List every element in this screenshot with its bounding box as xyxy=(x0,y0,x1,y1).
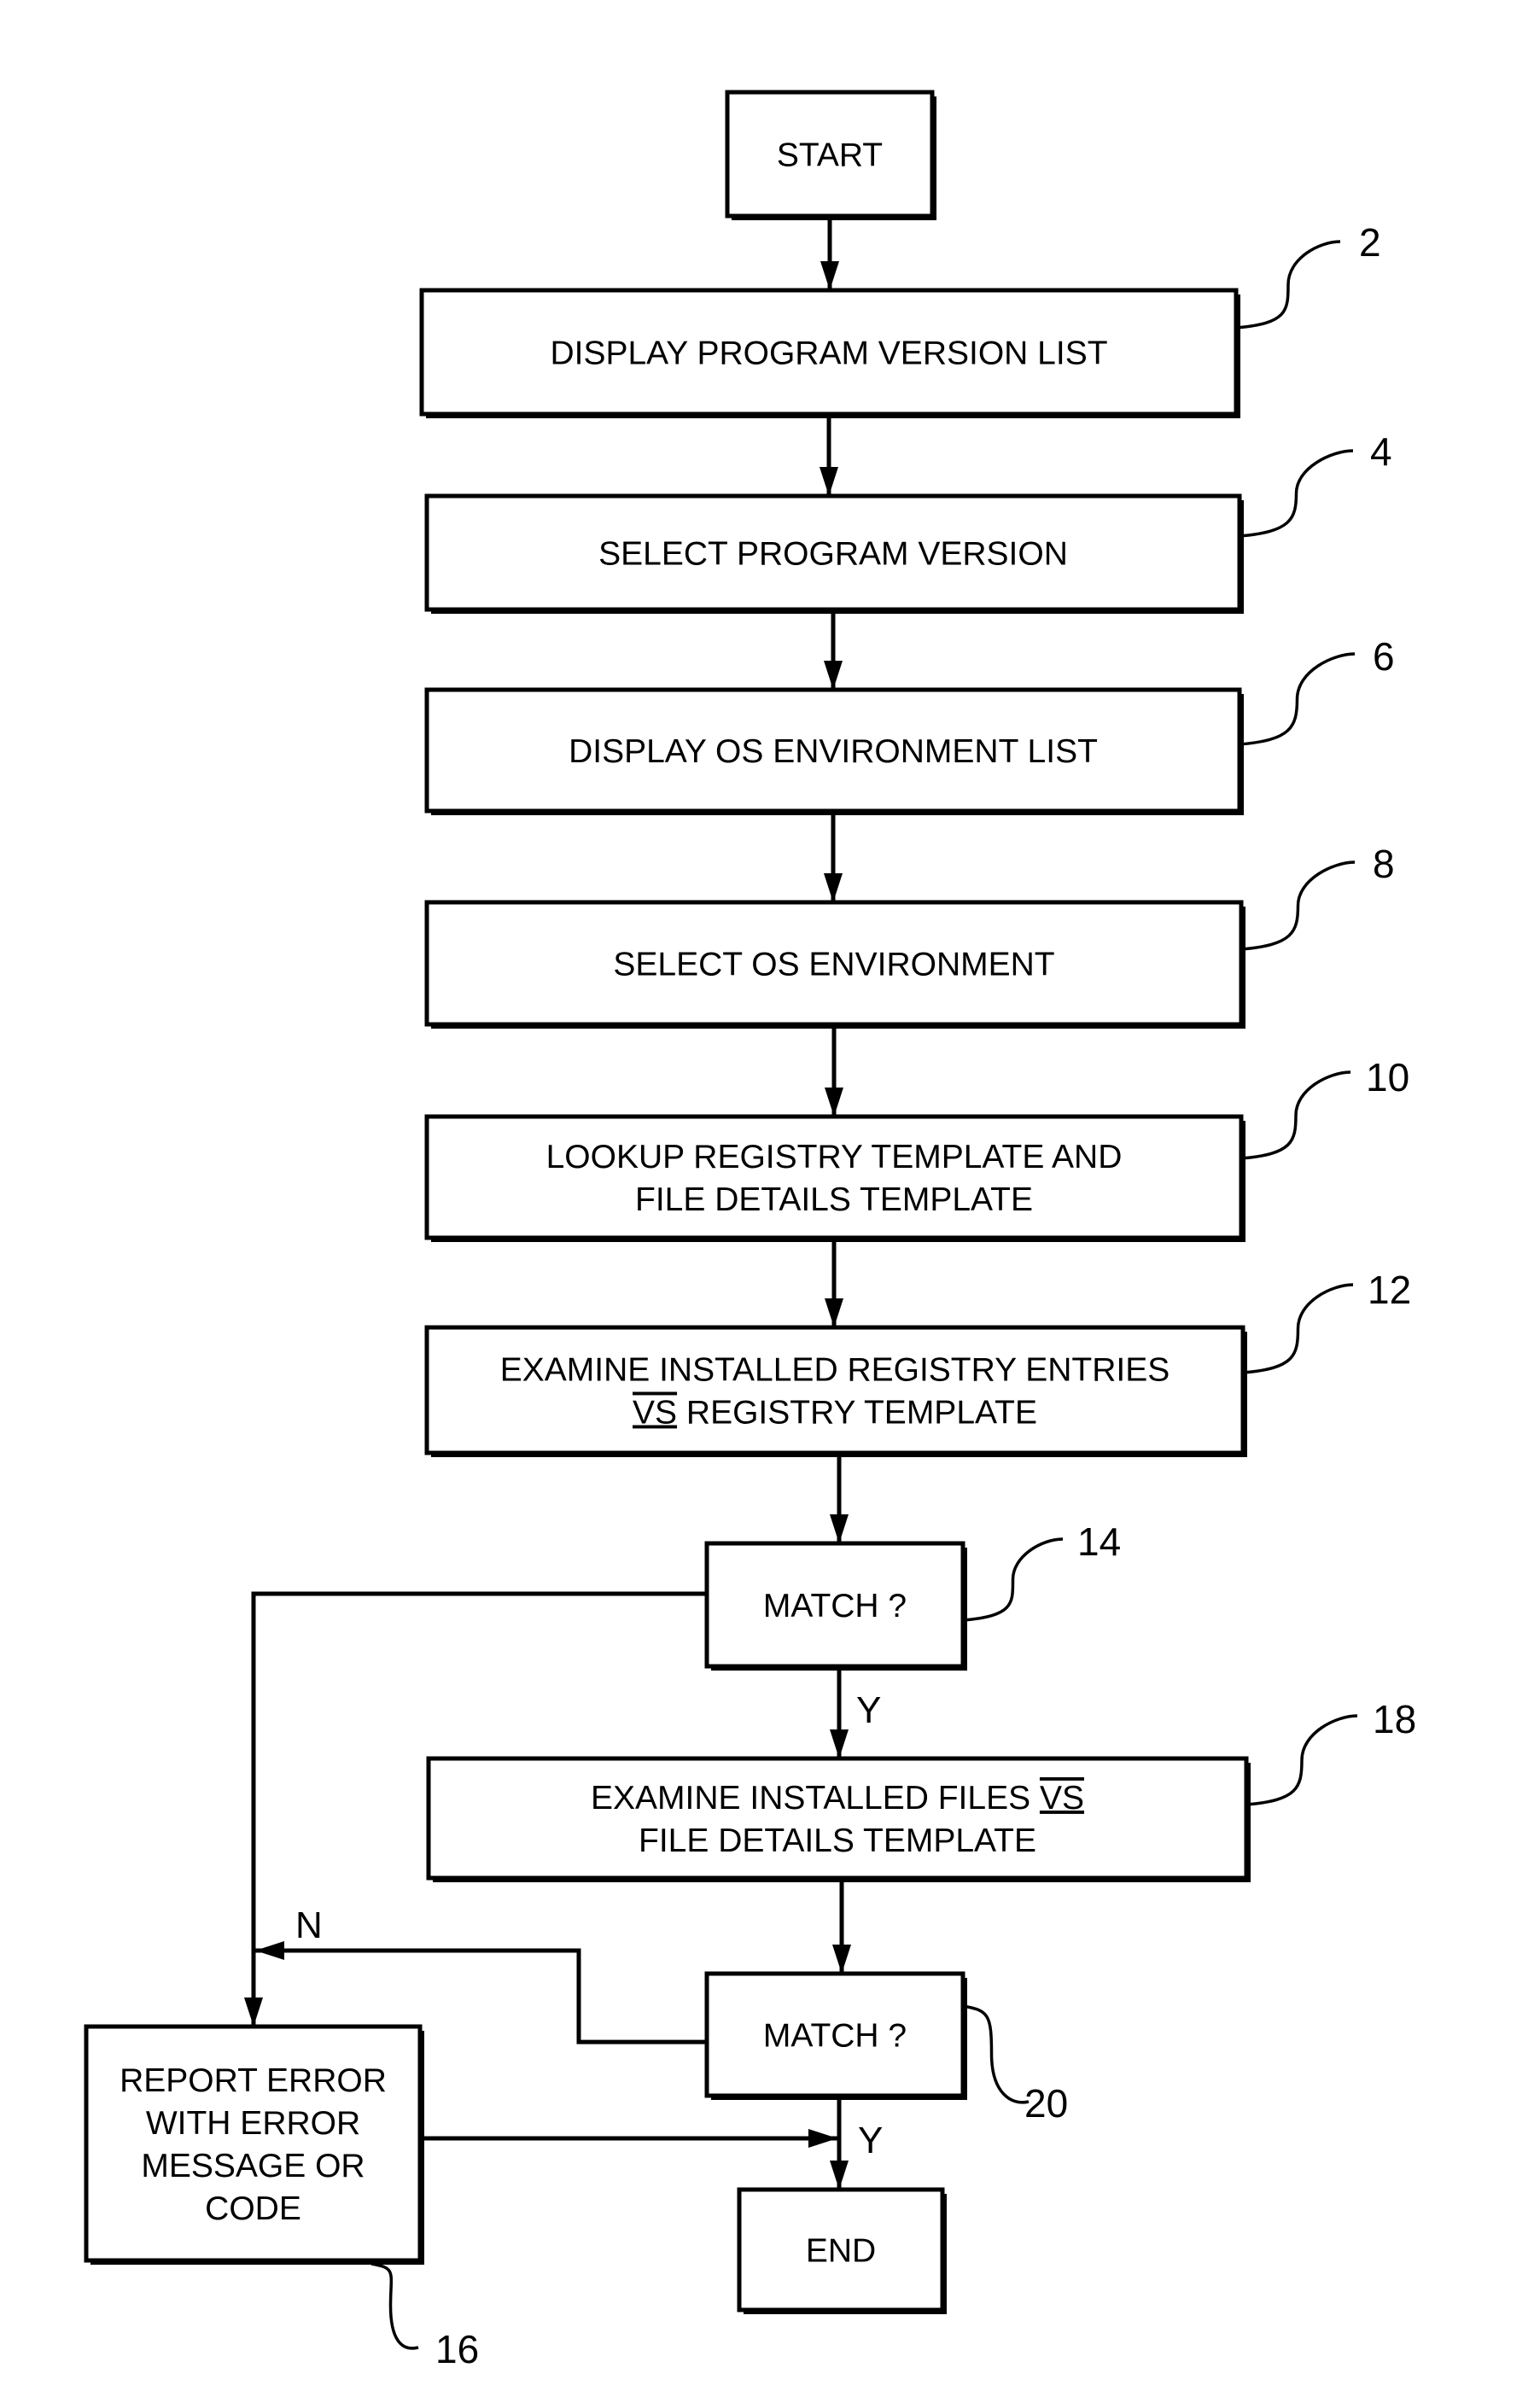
step-box xyxy=(424,1114,1244,1240)
arrowhead-down xyxy=(830,1729,849,1758)
edge-label-yes-registry: Y xyxy=(856,1689,881,1731)
step-end: END xyxy=(737,2187,947,2314)
process-boxes: START DISPLAY PROGRAM VERSION LIST SELECT … xyxy=(84,90,1251,2314)
reference-leader-line xyxy=(1240,860,1356,951)
arrowhead-right xyxy=(808,2129,837,2148)
versus-emphasis: VS xyxy=(633,1395,677,1432)
arrowhead-down xyxy=(824,873,843,902)
step-text-line: FILE DETAILS TEMPLATE xyxy=(639,1823,1036,1859)
arrowhead-down xyxy=(244,1998,263,2027)
step-text-line: VS REGISTRY TEMPLATE xyxy=(633,1395,1037,1432)
reference-leader-line xyxy=(370,2262,419,2350)
arrowhead-down xyxy=(820,467,838,496)
reference-numeral: 12 xyxy=(1368,1268,1411,1312)
step-text-line: SELECT PROGRAM VERSION xyxy=(598,536,1068,573)
reference-leader-line xyxy=(1242,1283,1354,1374)
reference-numeral: 10 xyxy=(1366,1055,1409,1099)
reference-leader-line xyxy=(1245,1714,1358,1806)
step-box xyxy=(426,1756,1249,1881)
reference-numeral: 2 xyxy=(1359,220,1381,265)
step-select-program-version: SELECT PROGRAM VERSION xyxy=(424,493,1244,614)
step-box xyxy=(424,1325,1245,1455)
step-display-os-environment-list: DISPLAY OS ENVIRONMENT LIST xyxy=(424,687,1244,815)
step-start: START xyxy=(725,90,936,220)
reference-numeral: 14 xyxy=(1077,1519,1121,1564)
arrowhead-down xyxy=(825,1088,843,1117)
arrowhead-down xyxy=(824,661,843,690)
arrowhead-down xyxy=(832,1945,851,1974)
reference-leader-line xyxy=(1240,1070,1351,1160)
flowchart: START DISPLAY PROGRAM VERSION LIST SELECT … xyxy=(84,90,1416,2371)
step-lookup-templates: LOOKUP REGISTRY TEMPLATE AND FILE DETAILS… xyxy=(424,1114,1245,1242)
arrowhead-left xyxy=(255,1941,284,1960)
step-report-error: REPORT ERROR WITH ERROR MESSAGE OR CODE xyxy=(84,2024,424,2265)
versus-emphasis: VS xyxy=(1040,1780,1084,1817)
step-match-files: MATCH ? xyxy=(704,1971,967,2100)
reference-numeral: 16 xyxy=(435,2327,479,2371)
arrowhead-down xyxy=(830,2161,849,2190)
step-text-line: DISPLAY OS ENVIRONMENT LIST xyxy=(569,733,1098,770)
step-text-line: MESSAGE OR xyxy=(141,2148,365,2184)
edge-label-yes-files: Y xyxy=(858,2120,883,2161)
reference-numeral: 4 xyxy=(1370,429,1392,474)
step-text-line: MATCH ? xyxy=(763,2018,907,2055)
step-match-registry: MATCH ? xyxy=(704,1541,967,1671)
step-text-line: EXAMINE INSTALLED FILES VS xyxy=(591,1780,1084,1817)
reference-leader-line xyxy=(1239,652,1356,746)
step-text-line: START xyxy=(777,137,883,174)
step-text-line: REPORT ERROR xyxy=(120,2062,387,2099)
reference-leader-line xyxy=(962,2004,1030,2104)
step-text-line: LOOKUP REGISTRY TEMPLATE AND xyxy=(546,1139,1123,1175)
step-select-os-environment: SELECT OS ENVIRONMENT xyxy=(424,900,1245,1029)
step-display-program-version-list: DISPLAY PROGRAM VERSION LIST xyxy=(419,288,1240,418)
step-examine-files: EXAMINE INSTALLED FILES VS FILE DETAILS T… xyxy=(426,1756,1251,1882)
step-text-line: FILE DETAILS TEMPLATE xyxy=(635,1181,1033,1218)
reference-numeral: 20 xyxy=(1024,2081,1068,2126)
reference-leader-line xyxy=(1239,449,1354,538)
arrowhead-down xyxy=(820,261,839,290)
step-text-line: END xyxy=(806,2233,876,2270)
step-text-line: CODE xyxy=(205,2190,301,2227)
step-text-line: SELECT OS ENVIRONMENT xyxy=(613,947,1054,983)
step-examine-registry: EXAMINE INSTALLED REGISTRY ENTRIES VS REG… xyxy=(424,1325,1247,1457)
edge-label-no-files: N xyxy=(295,1904,323,1946)
reference-numeral: 8 xyxy=(1373,842,1395,886)
step-text-line: EXAMINE INSTALLED REGISTRY ENTRIES xyxy=(500,1352,1170,1389)
reference-leader-line xyxy=(962,1537,1064,1622)
reference-numeral: 6 xyxy=(1373,634,1395,679)
arrowhead-down xyxy=(830,1514,849,1543)
reference-numeral: 18 xyxy=(1373,1697,1416,1741)
step-text-line: WITH ERROR xyxy=(146,2105,360,2142)
step-text-line: MATCH ? xyxy=(763,1588,907,1624)
step-text-line: DISPLAY PROGRAM VERSION LIST xyxy=(550,335,1107,372)
arrowhead-down xyxy=(825,1298,843,1327)
reference-leader-line xyxy=(1235,240,1341,330)
